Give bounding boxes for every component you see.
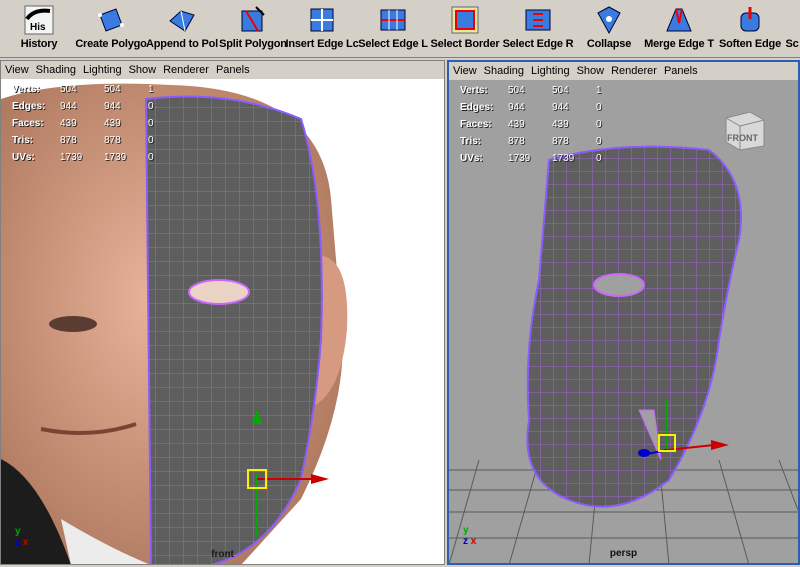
- shelf-script-button[interactable]: Sc: [784, 3, 800, 55]
- shelf-label: Create Polygo: [75, 38, 147, 50]
- menu-lighting[interactable]: Lighting: [83, 64, 122, 76]
- axis-indicator: y z x: [463, 525, 477, 547]
- shelf-label: Select Edge R: [502, 38, 574, 50]
- move-x-arrow[interactable]: [711, 440, 729, 450]
- shelf-toolbar: His History Create Polygo Append to Pol …: [0, 0, 800, 58]
- shelf-create-polygon-button[interactable]: Create Polygo: [75, 3, 147, 55]
- select-edge-loop-icon: [378, 5, 408, 35]
- menu-show[interactable]: Show: [577, 65, 605, 77]
- collapse-icon: [594, 5, 624, 35]
- shelf-history-button[interactable]: His History: [16, 3, 62, 55]
- svg-text:FRONT: FRONT: [727, 133, 758, 143]
- eye-shape: [49, 316, 97, 332]
- shelf-label: Sc: [785, 38, 799, 50]
- shelf-label: Merge Edge T: [644, 38, 714, 50]
- menu-show[interactable]: Show: [129, 64, 157, 76]
- move-x-arrow[interactable]: [311, 474, 329, 484]
- shelf-label: Select Border: [430, 38, 500, 50]
- menu-panels[interactable]: Panels: [216, 64, 250, 76]
- history-icon: His: [24, 5, 54, 35]
- split-polygon-icon: [238, 5, 268, 35]
- shelf-label: Split Polygon: [219, 38, 287, 50]
- shelf-label: Soften Edge: [719, 38, 781, 50]
- shelf-collapse-button[interactable]: Collapse: [586, 3, 632, 55]
- soften-edge-icon: [735, 5, 765, 35]
- poly-count-hud: Verts: 504 504 1 Edges: 944 944 0 Faces: 439 439…: [460, 85, 602, 164]
- menu-renderer[interactable]: Renderer: [163, 64, 209, 76]
- camera-label: persp: [609, 548, 638, 559]
- shelf-label: Append to Pol: [146, 38, 218, 50]
- menu-shading[interactable]: Shading: [36, 64, 76, 76]
- menu-shading[interactable]: Shading: [484, 65, 524, 77]
- shelf-select-edge-loop-button[interactable]: Select Edge L: [358, 3, 428, 55]
- shelf-select-border-button[interactable]: Select Border: [430, 3, 500, 55]
- panel-menubar: View Shading Lighting Show Renderer Pane…: [1, 61, 444, 79]
- menu-renderer[interactable]: Renderer: [611, 65, 657, 77]
- insert-edge-loop-icon: [307, 5, 337, 35]
- menu-panels[interactable]: Panels: [664, 65, 698, 77]
- merge-edge-icon: [664, 5, 694, 35]
- menu-view[interactable]: View: [5, 64, 29, 76]
- shelf-merge-edge-button[interactable]: Merge Edge T: [643, 3, 715, 55]
- shelf-label: History: [20, 38, 58, 50]
- select-border-icon: [450, 5, 480, 35]
- camera-label: front: [211, 549, 234, 560]
- move-z-arrow[interactable]: [638, 449, 650, 457]
- eye-hole: [593, 273, 645, 297]
- front-viewport-panel: View Shading Lighting Show Renderer Pane…: [0, 60, 445, 565]
- shelf-append-polygon-button[interactable]: Append to Pol: [146, 3, 218, 55]
- append-polygon-icon: [167, 5, 197, 35]
- shelf-split-polygon-button[interactable]: Split Polygon: [218, 3, 288, 55]
- panel-menubar: View Shading Lighting Show Renderer Pane…: [449, 62, 798, 80]
- axis-indicator: y z x: [15, 526, 29, 548]
- shelf-select-edge-ring-button[interactable]: Select Edge R: [502, 3, 574, 55]
- shelf-label: Select Edge L: [358, 38, 428, 50]
- persp-viewport-panel: View Shading Lighting Show Renderer Pane…: [447, 60, 800, 565]
- select-edge-ring-icon: [523, 5, 553, 35]
- eye-hole: [188, 279, 250, 305]
- shelf-insert-edge-loop-button[interactable]: Insert Edge Lc: [286, 3, 359, 55]
- shelf-label: Collapse: [586, 38, 632, 50]
- menu-view[interactable]: View: [453, 65, 477, 77]
- shelf-soften-edge-button[interactable]: Soften Edge: [718, 3, 782, 55]
- shelf-label: Insert Edge Lc: [285, 38, 359, 50]
- front-viewport[interactable]: Verts: 504 504 1 Edges: 944 944 0 Faces: 439 439…: [1, 79, 444, 564]
- create-polygon-icon: [96, 5, 126, 35]
- poly-count-hud: Verts: 504 504 1 Edges: 944 944 0 Faces: 439 439…: [12, 84, 154, 163]
- persp-viewport[interactable]: Verts: 504 504 1 Edges: 944 944 0 Faces: 439 439…: [449, 80, 798, 563]
- viewcube[interactable]: FRONT: [722, 106, 768, 152]
- svg-text:His: His: [30, 22, 46, 33]
- script-icon: [784, 5, 800, 35]
- menu-lighting[interactable]: Lighting: [531, 65, 570, 77]
